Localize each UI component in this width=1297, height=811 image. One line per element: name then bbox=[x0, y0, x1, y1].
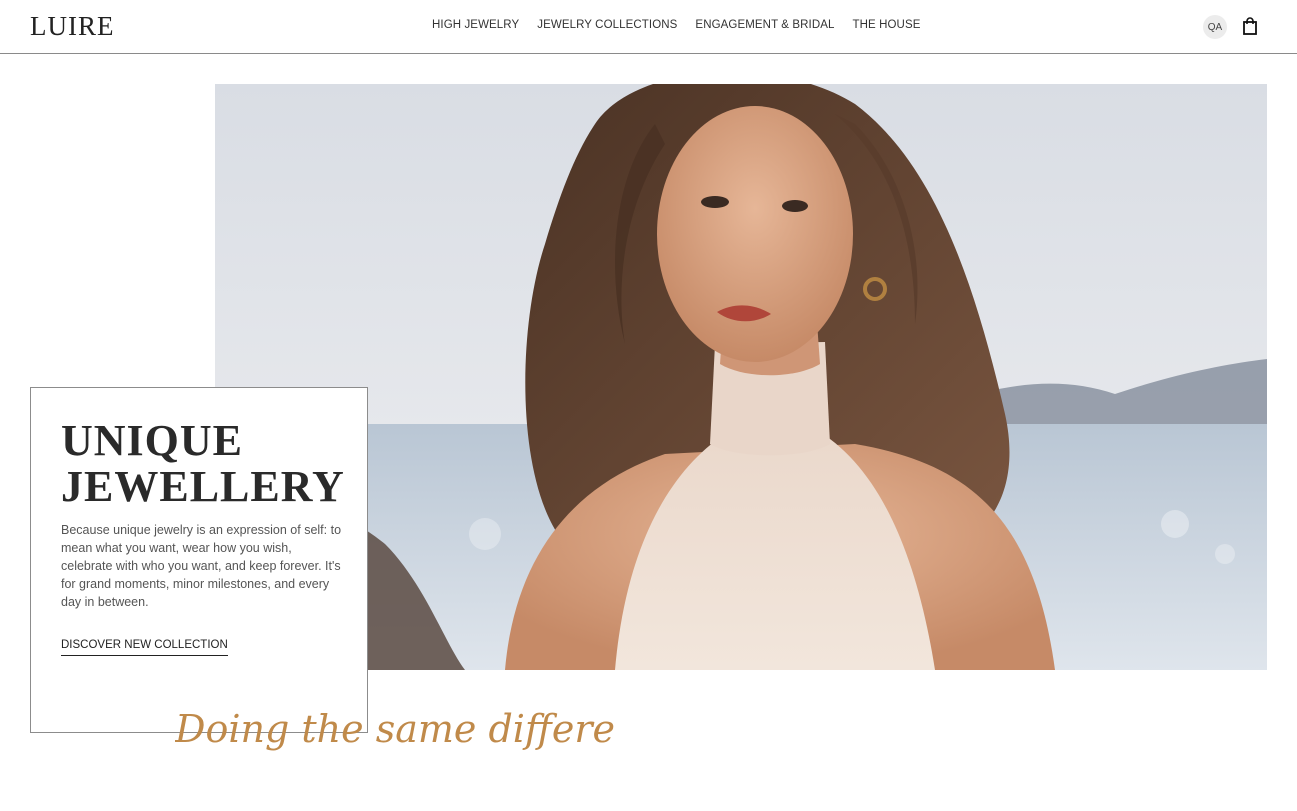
brand-logo[interactable]: LUIRE bbox=[30, 11, 114, 42]
card-title-line2: JEWELLERY bbox=[61, 462, 345, 511]
hero-image bbox=[215, 84, 1267, 670]
nav-item-jewelry-collections[interactable]: JEWELRY COLLECTIONS bbox=[528, 19, 686, 31]
site-header: LUIRE HIGH JEWELRY JEWELRY COLLECTIONS E… bbox=[0, 0, 1297, 54]
card-title: UNIQUE JEWELLERY bbox=[61, 418, 345, 510]
card-title-line1: UNIQUE bbox=[61, 416, 244, 465]
main-nav: HIGH JEWELRY JEWELRY COLLECTIONS ENGAGEM… bbox=[423, 19, 930, 31]
nav-item-engagement-bridal[interactable]: ENGAGEMENT & BRIDAL bbox=[686, 19, 843, 31]
nav-item-the-house[interactable]: THE HOUSE bbox=[844, 19, 930, 31]
tagline-text: Doing the same differently bbox=[175, 707, 615, 751]
card-description: Because unique jewelry is an expression … bbox=[61, 523, 342, 609]
shopping-bag-icon[interactable] bbox=[1240, 16, 1260, 36]
user-avatar[interactable]: QA bbox=[1203, 15, 1227, 39]
nav-item-high-jewelry[interactable]: HIGH JEWELRY bbox=[423, 19, 528, 31]
discover-collection-link[interactable]: DISCOVER NEW COLLECTION bbox=[61, 639, 228, 656]
tagline-script: Doing the same differently bbox=[174, 680, 689, 770]
